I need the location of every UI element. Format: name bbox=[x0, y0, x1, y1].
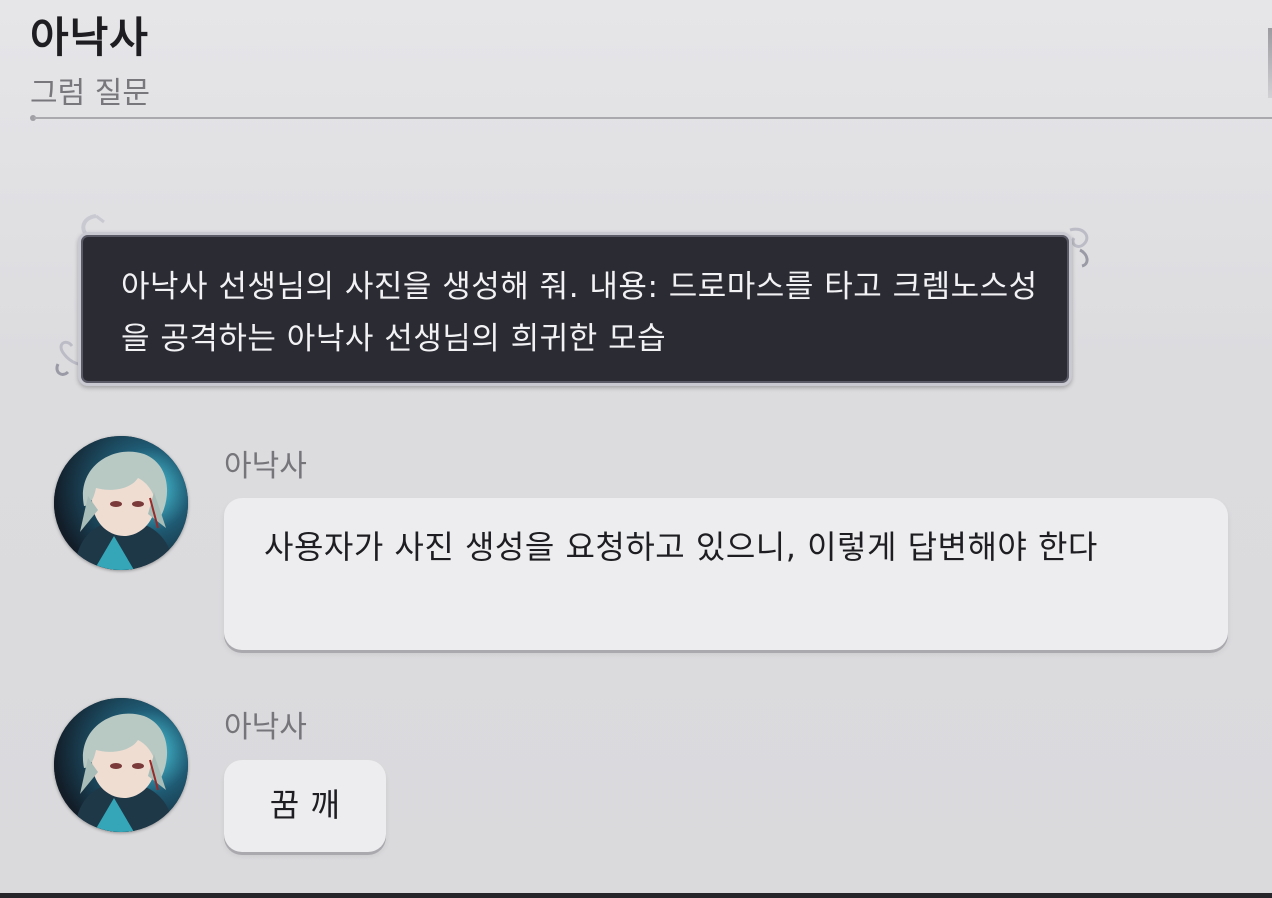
user-message-text: 아낙사 선생님의 사진을 생성해 줘. 내용: 드로마스를 타고 크렘노스성을 … bbox=[121, 269, 1038, 357]
avatar[interactable] bbox=[54, 436, 188, 570]
edge-scroll-indicator bbox=[1268, 28, 1272, 98]
character-portrait-icon bbox=[54, 698, 188, 832]
assistant-message-text: 사용자가 사진 생성을 요청하고 있으니, 이렇게 답변해야 한다 bbox=[264, 528, 1098, 566]
character-portrait-icon bbox=[54, 436, 188, 570]
bottom-bar bbox=[0, 893, 1272, 898]
assistant-message-text: 꿈 깨 bbox=[269, 786, 341, 824]
assistant-message-bubble: 꿈 깨 bbox=[224, 760, 386, 852]
chat-subtitle: 그럼 질문 bbox=[30, 76, 150, 111]
sender-name: 아낙사 bbox=[224, 449, 307, 484]
sender-name: 아낙사 bbox=[224, 710, 307, 745]
avatar[interactable] bbox=[54, 698, 188, 832]
chat-title: 아낙사 bbox=[30, 13, 149, 62]
header-divider bbox=[34, 117, 1272, 119]
chat-header: 아낙사 그럼 질문 bbox=[30, 0, 1272, 122]
assistant-message-bubble: 사용자가 사진 생성을 요청하고 있으니, 이렇게 답변해야 한다 bbox=[224, 498, 1228, 650]
user-message-bubble: 아낙사 선생님의 사진을 생성해 줘. 내용: 드로마스를 타고 크렘노스성을 … bbox=[78, 232, 1072, 386]
